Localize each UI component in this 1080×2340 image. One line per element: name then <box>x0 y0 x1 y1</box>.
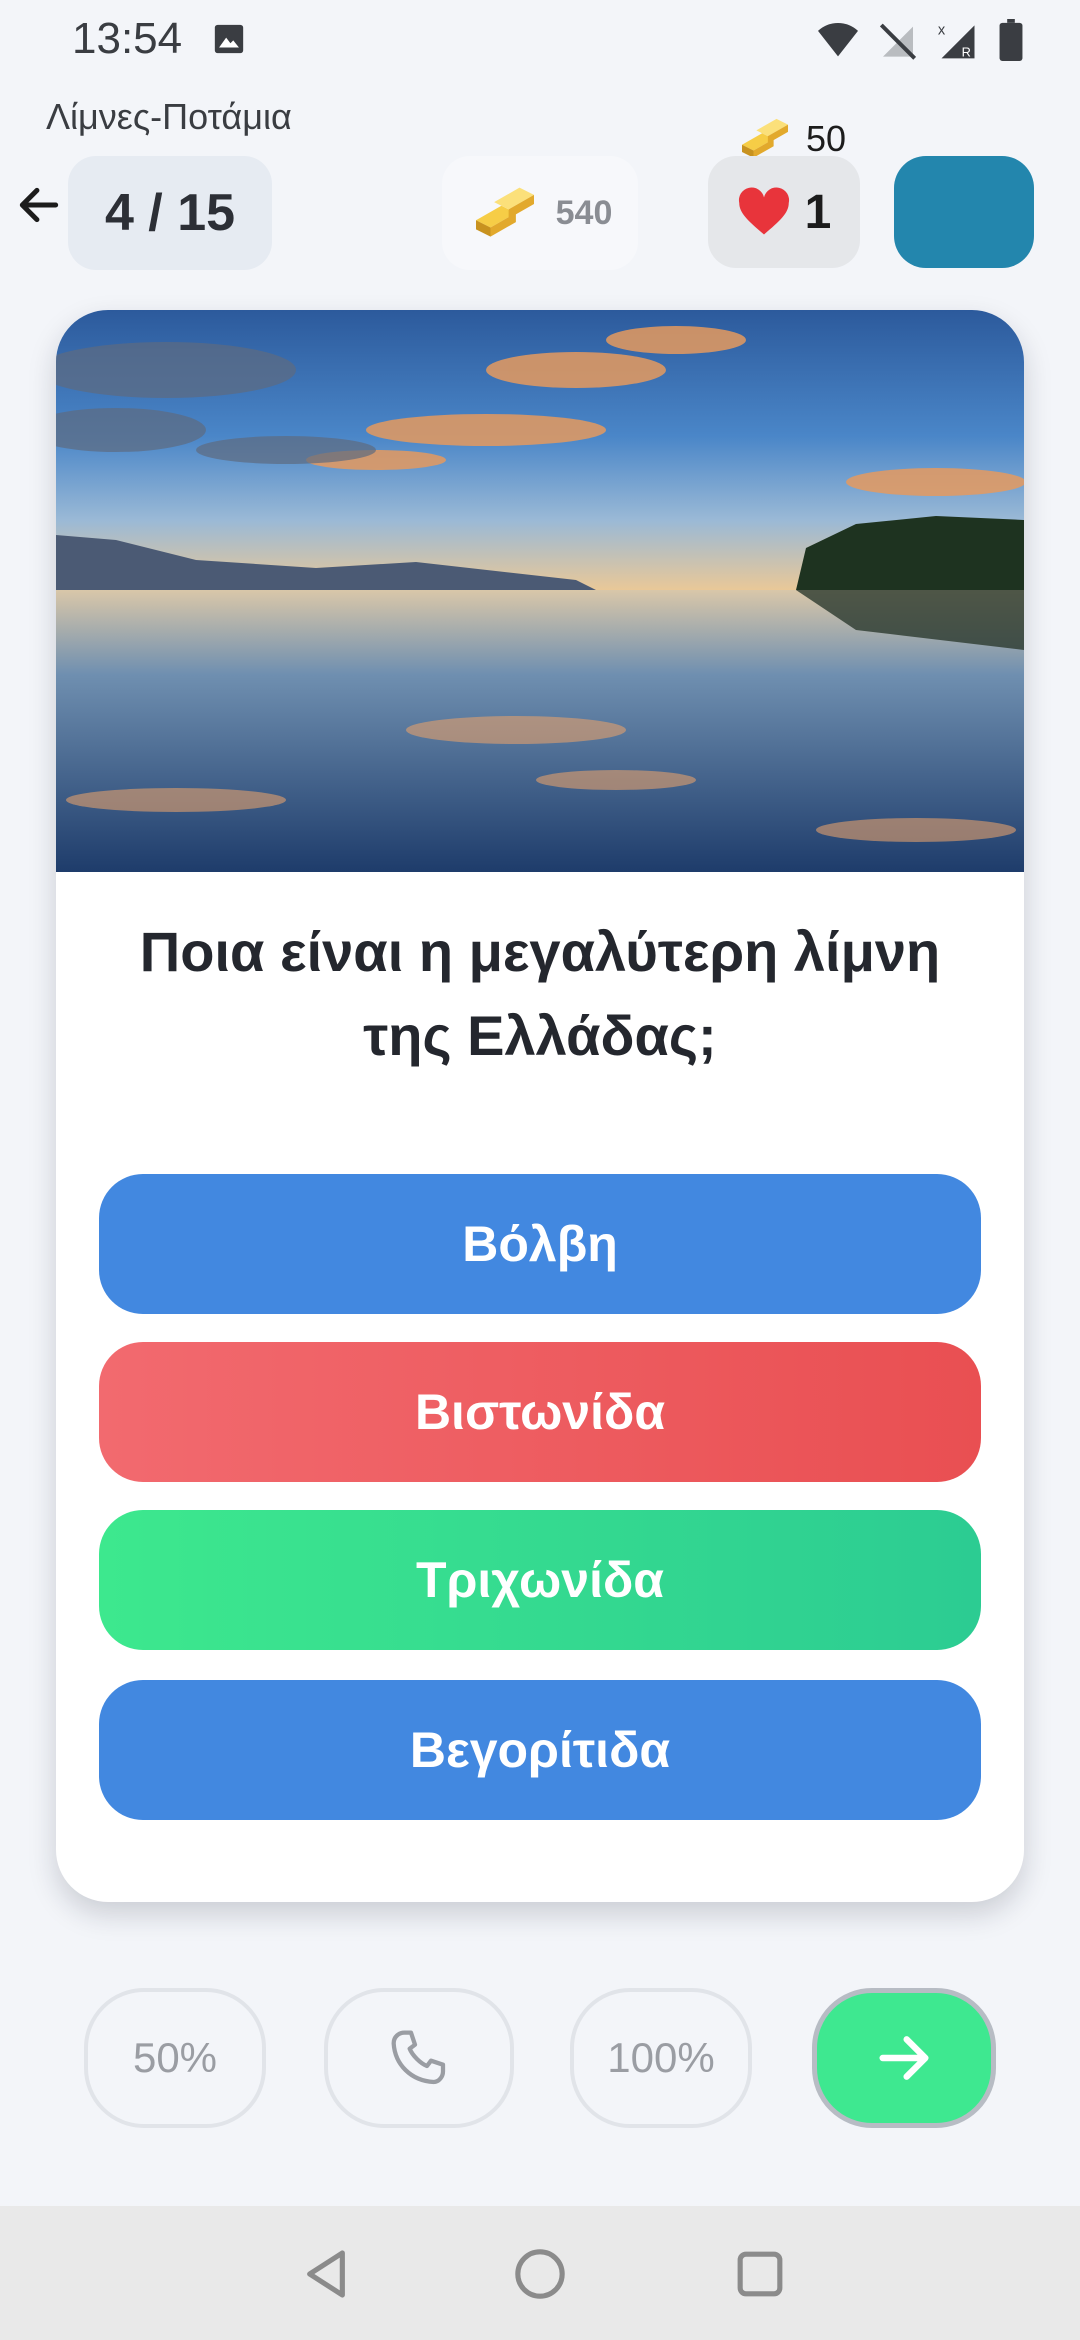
question-progress: 4 / 15 <box>68 156 272 270</box>
hundred-percent-label: 100% <box>607 2034 715 2081</box>
back-arrow-icon[interactable] <box>14 180 64 230</box>
arrow-right-icon <box>879 2036 929 2080</box>
photo-icon <box>214 24 244 54</box>
bonus-coins-value: 50 <box>806 118 847 159</box>
heart-icon <box>738 187 789 235</box>
answer-option-4[interactable]: Βεγορίτιδα <box>99 1680 981 1820</box>
question-text: Ποια είναι η μεγαλύτερη λίμνη της Ελλάδα… <box>139 920 941 1067</box>
wifi-icon <box>818 22 858 57</box>
quiz-card: Ποια είναι η μεγαλύτερη λίμνη της Ελλάδα… <box>56 310 1024 1902</box>
signal-roaming-icon: x R <box>938 23 975 60</box>
home-circle-icon[interactable] <box>512 2246 568 2302</box>
lives-value: 1 <box>804 185 832 239</box>
phone-icon <box>391 2030 446 2085</box>
lake-sunset-image <box>56 310 1024 872</box>
hundred-percent-button[interactable]: 100% <box>570 1988 752 2128</box>
no-signal-icon <box>879 23 917 60</box>
svg-text:x: x <box>938 23 946 39</box>
gold-bars-icon <box>475 187 534 237</box>
svg-text:R: R <box>962 45 971 60</box>
progress-text: 4 / 15 <box>104 184 236 242</box>
answer-option-2[interactable]: Βιστωνίδα <box>99 1342 981 1482</box>
avatar-button[interactable] <box>894 156 1034 268</box>
back-triangle-icon[interactable] <box>298 2246 354 2302</box>
status-icons: x R <box>816 18 1024 62</box>
fifty-fifty-button[interactable]: 50% <box>84 1988 266 2128</box>
fifty-fifty-label: 50% <box>132 2034 218 2081</box>
answer-option-1[interactable]: Βόλβη <box>99 1174 981 1314</box>
lives-button[interactable]: 1 <box>708 156 860 268</box>
answer-option-3[interactable]: Τριχωνίδα <box>99 1510 981 1650</box>
system-nav-bar <box>0 2206 1080 2340</box>
coins-value: 540 <box>555 193 613 232</box>
recents-square-icon[interactable] <box>732 2246 788 2302</box>
phone-a-friend-button[interactable] <box>324 1988 514 2128</box>
next-question-button[interactable] <box>812 1988 996 2128</box>
battery-icon <box>999 19 1023 61</box>
coins-counter: 540 <box>442 156 638 270</box>
status-time: 13:54 <box>72 14 183 63</box>
category-label: Λίμνες-Ποτάμια <box>46 96 292 137</box>
